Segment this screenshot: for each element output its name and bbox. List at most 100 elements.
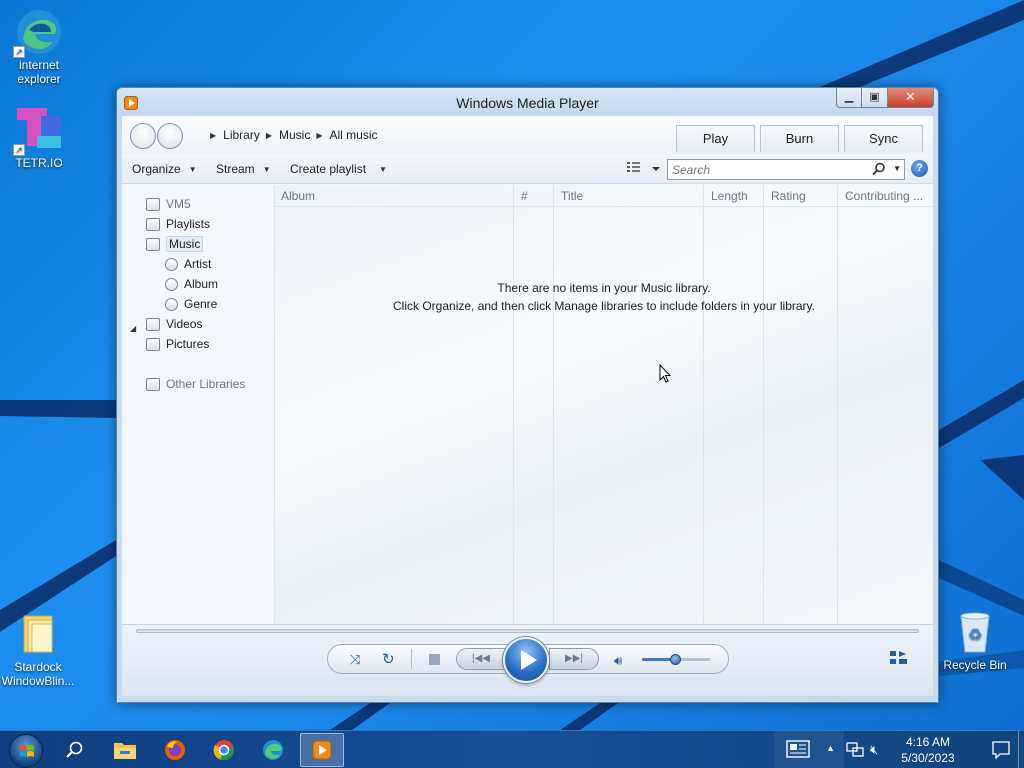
- tab-burn[interactable]: Burn: [760, 125, 839, 152]
- volume-icon[interactable]: 🔊︎: [614, 653, 622, 669]
- repeat-icon[interactable]: ↻: [382, 650, 395, 668]
- taskbar: ▲ 🔇︎ 4:16 AM 5/30/2023: [0, 730, 1024, 768]
- back-button[interactable]: [130, 123, 156, 149]
- start-button[interactable]: [9, 734, 43, 768]
- show-desktop-button[interactable]: [1018, 731, 1024, 768]
- nav-item-label: Music: [166, 236, 204, 252]
- media-player-icon: [312, 740, 332, 760]
- breadcrumb-library[interactable]: Library: [223, 128, 260, 142]
- previous-button[interactable]: |◀◀: [456, 648, 506, 670]
- breadcrumb: ▶ Library ▶ Music ▶ All music: [204, 128, 378, 142]
- nav-item-pictures[interactable]: Pictures: [146, 335, 209, 353]
- play-button[interactable]: [503, 637, 549, 683]
- organize-menu[interactable]: Organize ▼: [132, 162, 197, 176]
- chevron-down-icon[interactable]: ▼: [893, 164, 901, 173]
- clock-date[interactable]: 5/30/2023: [892, 751, 964, 765]
- column-title[interactable]: Title: [561, 189, 583, 203]
- organize-label: Organize: [132, 162, 181, 176]
- view-options-button[interactable]: [627, 161, 667, 177]
- search-button[interactable]: [53, 733, 97, 767]
- desktop-icon-label-2: WindowBlin...: [1, 674, 75, 688]
- back-forward-buttons: [130, 123, 184, 149]
- desktop-icon-label: TETR.IO: [15, 156, 63, 170]
- column-divider: [513, 185, 514, 629]
- search-input[interactable]: [668, 160, 858, 179]
- volume-muted-icon[interactable]: 🔇︎: [870, 742, 878, 758]
- help-button[interactable]: ?: [911, 160, 928, 177]
- album-icon: [165, 277, 178, 291]
- mouse-cursor-icon: [659, 364, 672, 383]
- stop-button[interactable]: [429, 654, 440, 665]
- nav-item-vm5[interactable]: VM5: [146, 195, 191, 213]
- nav-item-videos[interactable]: Videos: [146, 315, 202, 333]
- nav-item-artist[interactable]: Artist: [165, 255, 211, 273]
- shuffle-icon[interactable]: ⤨: [350, 652, 360, 668]
- expand-arrow-icon[interactable]: ◢: [130, 324, 136, 333]
- taskbar-file-explorer[interactable]: [103, 733, 147, 767]
- forward-button[interactable]: [157, 123, 183, 149]
- tab-play[interactable]: Play: [676, 125, 755, 152]
- column-album[interactable]: Album: [281, 189, 315, 203]
- artist-icon: [165, 257, 178, 271]
- nav-item-label: Playlists: [166, 217, 211, 231]
- nav-item-label: Album: [184, 277, 219, 291]
- seek-bar[interactable]: [136, 629, 919, 633]
- nav-item-album[interactable]: Album: [165, 275, 218, 293]
- library-list: Album # Title Length Rating Contributing…: [275, 185, 933, 629]
- nav-item-music[interactable]: Music: [146, 235, 204, 253]
- column-divider: [763, 185, 764, 629]
- music-note-icon: [146, 237, 160, 251]
- taskbar-firefox[interactable]: [153, 733, 197, 767]
- column-rating[interactable]: Rating: [771, 189, 806, 203]
- nav-item-label: Pictures: [166, 337, 210, 351]
- column-track-number[interactable]: #: [521, 189, 528, 203]
- other-libraries-icon: [146, 377, 160, 391]
- clock-time[interactable]: 4:16 AM: [892, 735, 964, 749]
- column-length[interactable]: Length: [711, 189, 748, 203]
- minimize-button[interactable]: ▁: [836, 88, 862, 108]
- switch-to-now-playing-button[interactable]: [890, 651, 908, 667]
- edge-icon: ↗: [13, 8, 63, 58]
- column-header-row: Album # Title Length Rating Contributing…: [275, 185, 933, 207]
- nav-item-playlists[interactable]: Playlists: [146, 215, 210, 233]
- stream-label: Stream: [216, 162, 255, 176]
- news-widget-icon[interactable]: [786, 740, 810, 761]
- chevron-down-icon: ▼: [188, 164, 197, 174]
- desktop-icon-tetrio[interactable]: ↗ TETR.IO: [1, 106, 77, 170]
- desktop-icon-stardock[interactable]: Stardock WindowBlin...: [0, 610, 76, 688]
- taskbar-edge[interactable]: [251, 733, 295, 767]
- nav-item-genre[interactable]: Genre: [165, 295, 217, 313]
- chevron-right-icon: ▶: [316, 130, 323, 140]
- window-title: Windows Media Player: [456, 95, 599, 111]
- nav-item-other-libraries[interactable]: Other Libraries: [146, 375, 245, 393]
- search-icon[interactable]: [872, 162, 886, 179]
- taskbar-media-player[interactable]: [300, 733, 344, 767]
- notifications-icon[interactable]: [992, 741, 1010, 762]
- search-box: ▼: [667, 159, 905, 180]
- nav-item-label: Artist: [184, 257, 212, 271]
- chevron-right-icon: ▶: [210, 130, 217, 140]
- volume-slider[interactable]: [642, 654, 710, 665]
- tab-sync[interactable]: Sync: [844, 125, 923, 152]
- create-playlist-label: Create playlist: [290, 162, 367, 176]
- maximize-button[interactable]: ▣: [862, 88, 888, 108]
- volume-knob[interactable]: [670, 654, 681, 665]
- breadcrumb-music[interactable]: Music: [279, 128, 310, 142]
- stream-menu[interactable]: Stream ▼: [216, 162, 271, 176]
- close-button[interactable]: ✕: [888, 88, 934, 108]
- windows-logo-icon: [20, 745, 34, 757]
- next-button[interactable]: ▶▶|: [549, 648, 599, 670]
- column-contributing-artist[interactable]: Contributing ...: [845, 189, 923, 203]
- desktop-icon-recycle-bin[interactable]: ♻ Recycle Bin: [937, 608, 1013, 672]
- title-bar[interactable]: Windows Media Player ▁ ▣ ✕: [117, 88, 938, 116]
- desktop-icon-internet-explorer[interactable]: ↗ internet explorer: [1, 8, 77, 86]
- taskbar-chrome[interactable]: [202, 733, 246, 767]
- chevron-down-icon: ▼: [262, 164, 271, 174]
- chevron-right-icon: ▶: [265, 130, 272, 140]
- column-divider: [703, 185, 704, 629]
- create-playlist-menu[interactable]: Create playlist ▼: [290, 162, 387, 176]
- chevron-down-icon: ▼: [379, 164, 387, 174]
- network-icon[interactable]: [846, 742, 864, 761]
- show-hidden-icons-icon[interactable]: ▲: [826, 743, 835, 753]
- breadcrumb-all-music[interactable]: All music: [330, 128, 378, 142]
